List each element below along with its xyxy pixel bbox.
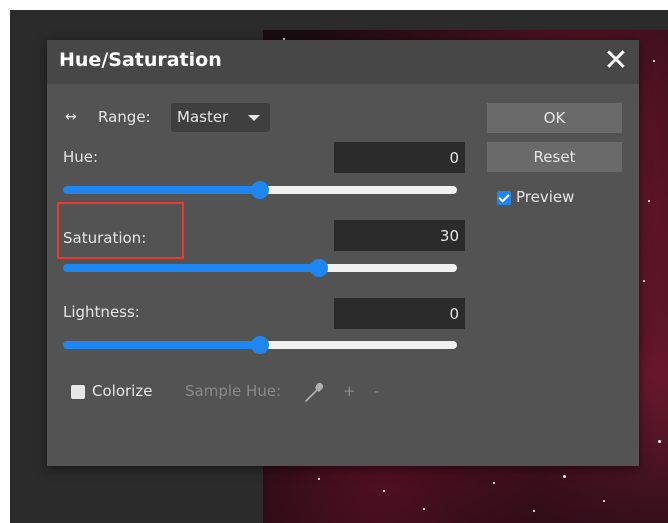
saturation-highlight-box xyxy=(57,202,184,259)
star xyxy=(493,482,495,484)
hue-input[interactable] xyxy=(334,142,465,173)
star xyxy=(423,508,425,510)
hue-slider-thumb[interactable] xyxy=(251,181,269,199)
lightness-label: Lightness: xyxy=(63,303,140,321)
star xyxy=(563,475,566,478)
star xyxy=(658,440,661,443)
star xyxy=(533,510,535,512)
eyedropper-icon[interactable] xyxy=(303,380,327,404)
saturation-input[interactable] xyxy=(334,220,465,251)
star xyxy=(383,490,385,492)
range-label: Range: xyxy=(98,108,151,126)
lightness-slider-thumb[interactable] xyxy=(251,336,269,354)
chevron-down-icon xyxy=(248,115,260,121)
colorize-label: Colorize xyxy=(92,382,153,400)
reset-button[interactable]: Reset xyxy=(487,142,622,172)
saturation-slider-track xyxy=(63,264,457,272)
hue-slider[interactable] xyxy=(63,181,457,199)
close-icon[interactable]: ✕ xyxy=(601,45,631,77)
preview-label: Preview xyxy=(516,188,575,206)
range-arrows-icon: ↔ xyxy=(65,109,77,125)
star xyxy=(643,280,645,282)
saturation-slider[interactable] xyxy=(63,259,457,277)
lightness-slider[interactable] xyxy=(63,336,457,354)
dialog-titlebar: Hue/Saturation ✕ xyxy=(47,40,639,84)
add-sample-button[interactable]: + xyxy=(343,382,356,400)
preview-checkbox[interactable] xyxy=(497,191,511,205)
saturation-slider-thumb[interactable] xyxy=(310,259,329,277)
dialog-title: Hue/Saturation xyxy=(59,49,222,71)
lightness-input[interactable] xyxy=(334,298,465,329)
range-select-value: Master xyxy=(177,108,229,126)
star xyxy=(648,200,650,202)
subtract-sample-button[interactable]: - xyxy=(374,382,379,400)
ok-button[interactable]: OK xyxy=(487,103,622,133)
sample-hue-label: Sample Hue: xyxy=(185,382,282,400)
star xyxy=(318,478,320,480)
hue-saturation-dialog: Hue/Saturation ✕ ↔ Range: Master Hue: Sa… xyxy=(47,40,639,466)
hue-label: Hue: xyxy=(63,148,99,166)
star xyxy=(653,60,655,62)
range-select[interactable]: Master xyxy=(171,103,270,132)
colorize-checkbox[interactable] xyxy=(71,385,85,399)
star xyxy=(603,500,605,502)
